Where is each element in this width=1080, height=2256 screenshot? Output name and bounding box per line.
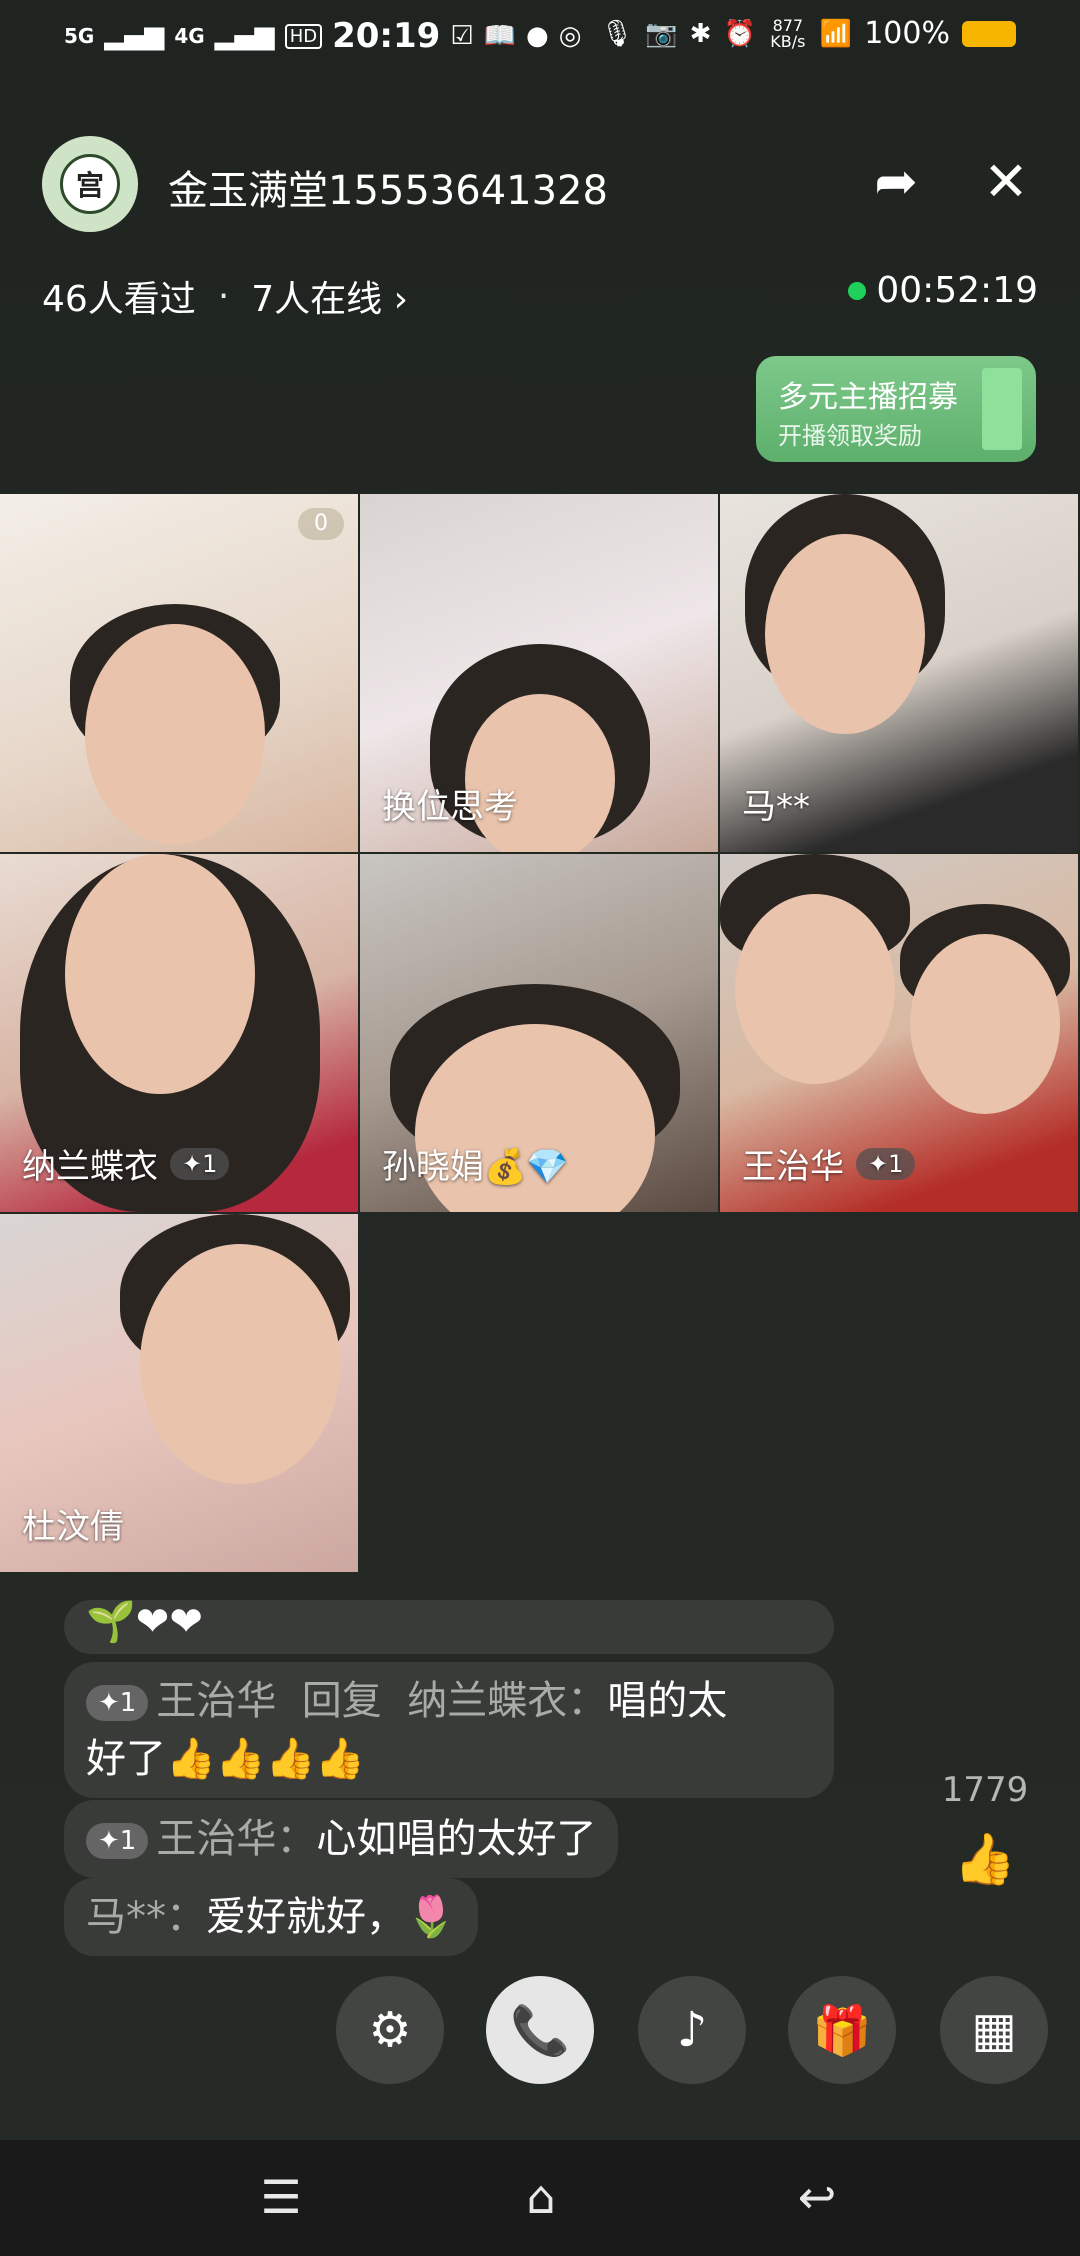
thumbs-up-icon[interactable]: 👍: [930, 1830, 1040, 1889]
chat-message: 🌱❤❤: [64, 1600, 834, 1654]
chat-text: 唱的太: [607, 1678, 728, 1724]
control-bar: ⚙ 📞 ♪ 🎁 ▦: [0, 1976, 1080, 2086]
participant-name: 马**: [742, 787, 810, 827]
chat-user[interactable]: 马**：: [86, 1894, 206, 1940]
person-face: [765, 534, 925, 734]
menu-icon[interactable]: ☰: [246, 2170, 316, 2226]
gift-bag-icon[interactable]: 🎁: [788, 1976, 896, 2084]
music-note-icon[interactable]: ♪: [638, 1976, 746, 2084]
video-tile[interactable]: 换位思考: [360, 494, 718, 852]
room-stats: 46人看过 · 7人在线 ›: [42, 270, 408, 322]
participant-name: 杜汶倩: [22, 1507, 124, 1547]
chat-text: 爱好就好，🌷: [206, 1894, 456, 1940]
person-face: [910, 934, 1060, 1114]
room-header: 宫 金玉满堂15553641328 ➦ ✕: [0, 130, 1080, 240]
app-icon: ◎: [558, 21, 582, 51]
promo-subtitle: 开播领取奖励: [778, 422, 922, 450]
mic-icon: 🎙: [600, 18, 634, 49]
signal-4g: 4G: [174, 24, 205, 48]
wifi-icon: 📶: [819, 18, 853, 49]
alarm-icon: ⏰: [723, 18, 756, 49]
video-grid: 0 换位思考 马** 纳兰蝶衣 ✦1 孙晓娟💰💎 王治华 ✦1 杜汶倩: [0, 494, 1080, 1574]
status-right: 🎙 📷 ✱ ⏰ 877 KB/s 📶 100%: [600, 16, 1016, 51]
count-badge: 0: [298, 508, 344, 540]
signal-bars-icon: ▂▄▆: [214, 21, 275, 51]
status-time: 20:19: [332, 16, 441, 56]
share-icon[interactable]: ➦: [866, 152, 926, 212]
plus-badge: ✦1: [856, 1147, 916, 1180]
system-nav-bar: ☰ ⌂ ↩: [0, 2140, 1080, 2256]
promo-title: 多元主播招募: [778, 380, 958, 415]
bluetooth-icon: ✱: [689, 18, 712, 49]
chat-text: 心如唱的太好了: [316, 1816, 597, 1862]
camera-icon: 📷: [645, 18, 678, 49]
online-count-link[interactable]: 7人在线 ›: [251, 270, 408, 322]
message-icon: ●: [526, 21, 549, 51]
plus-badge: ✦1: [86, 1685, 149, 1721]
check-icon: ☑: [450, 21, 474, 51]
home-icon[interactable]: ⌂: [506, 2170, 576, 2226]
participant-name: 换位思考: [382, 787, 518, 827]
viewers-count: 46人看过: [42, 279, 196, 320]
battery-percent: 100%: [864, 16, 950, 51]
video-tile[interactable]: 马**: [720, 494, 1078, 852]
chat-user[interactable]: 王治华: [156, 1678, 276, 1724]
timer-text: 00:52:19: [876, 270, 1038, 311]
door-icon: [982, 368, 1022, 450]
avatar[interactable]: 宫: [42, 136, 138, 232]
live-timer: 00:52:19: [848, 270, 1038, 311]
chat-message[interactable]: 马**：爱好就好，🌷: [64, 1878, 478, 1956]
signal-5g: 5G: [64, 24, 95, 48]
apps-grid-icon[interactable]: ▦: [940, 1976, 1048, 2084]
phone-video-icon[interactable]: 📞: [486, 1976, 594, 2084]
promo-banner[interactable]: 多元主播招募 开播领取奖励: [756, 356, 1036, 462]
chat-user[interactable]: 王治华：: [156, 1816, 316, 1862]
chat-reply-target[interactable]: 纳兰蝶衣：: [407, 1678, 607, 1724]
net-speed: 877 KB/s: [770, 15, 806, 51]
sliders-icon[interactable]: ⚙: [336, 1976, 444, 2084]
plus-badge: ✦1: [86, 1823, 149, 1859]
person-face: [85, 624, 265, 844]
live-dot-icon: [848, 281, 867, 300]
room-title[interactable]: 金玉满堂15553641328: [168, 158, 608, 216]
video-tile[interactable]: 王治华 ✦1: [720, 854, 1078, 1212]
video-tile[interactable]: 纳兰蝶衣 ✦1: [0, 854, 358, 1212]
person-face: [465, 694, 615, 852]
participant-name: 王治华 ✦1: [742, 1139, 916, 1188]
book-icon: 📖: [483, 21, 517, 51]
chat-message[interactable]: ✦1 王治华：心如唱的太好了: [64, 1800, 619, 1878]
close-icon[interactable]: ✕: [976, 152, 1036, 212]
video-tile[interactable]: 0: [0, 494, 358, 852]
video-tile[interactable]: 孙晓娟💰💎: [360, 854, 718, 1212]
person-face: [65, 854, 255, 1094]
like-panel: 1779 👍: [930, 1770, 1040, 1889]
like-count: 1779: [941, 1770, 1029, 1810]
status-left: 5G ▂▄▆ 4G ▂▄▆ HD 20:19 ☑ 📖 ● ◎: [64, 16, 581, 56]
chat-reply-label: 回复: [301, 1678, 382, 1724]
person-face: [735, 894, 895, 1084]
chat-text-cont: 好了👍👍👍👍: [86, 1736, 366, 1782]
person-face: [140, 1244, 340, 1484]
back-icon[interactable]: ↩: [782, 2170, 852, 2226]
chat-message[interactable]: ✦1 王治华 回复 纳兰蝶衣：唱的太 好了👍👍👍👍: [64, 1662, 834, 1798]
stats-separator: ·: [217, 275, 230, 317]
status-bar: 5G ▂▄▆ 4G ▂▄▆ HD 20:19 ☑ 📖 ● ◎ 🎙 📷 ✱ ⏰ 8…: [0, 0, 1080, 74]
battery-icon: [962, 20, 1016, 47]
hd-badge: HD: [284, 23, 323, 49]
participant-name: 纳兰蝶衣 ✦1: [22, 1139, 230, 1188]
plus-badge: ✦1: [170, 1147, 230, 1180]
avatar-logo: 宫: [60, 154, 120, 214]
chat-text: 🌱❤❤: [86, 1600, 203, 1645]
video-tile[interactable]: 杜汶倩: [0, 1214, 358, 1572]
signal-bars-icon: ▂▄▆: [104, 21, 165, 51]
participant-name: 孙晓娟💰💎: [382, 1147, 569, 1187]
